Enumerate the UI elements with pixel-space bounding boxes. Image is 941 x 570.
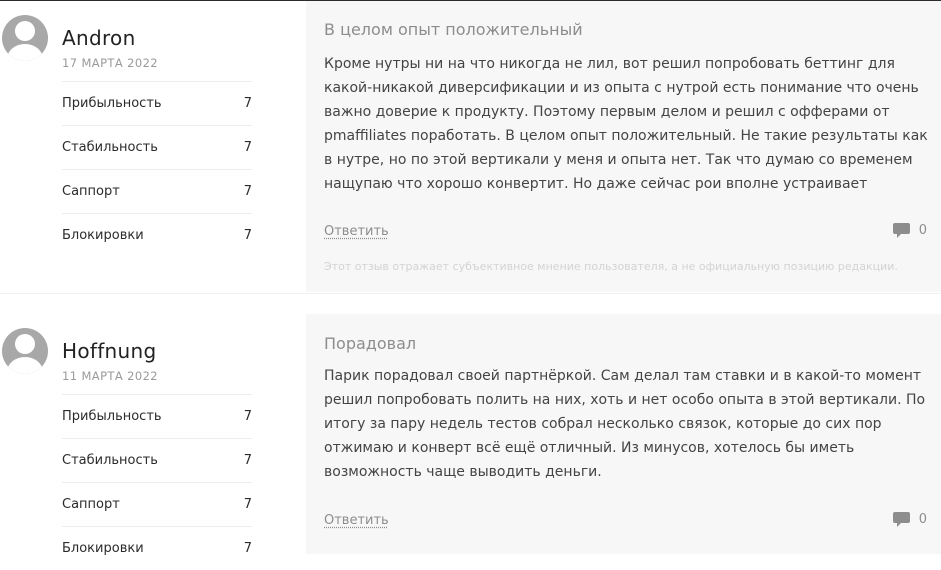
comment-bubble-icon xyxy=(892,223,910,238)
review-disclaimer: Этот отзыв отражает субъективное мнение … xyxy=(324,260,898,273)
comment-count: 0 xyxy=(918,223,927,238)
rating-row: Саппорт 7 xyxy=(62,482,252,526)
reply-link[interactable]: Ответить xyxy=(324,224,389,239)
rating-row: Стабильность 7 xyxy=(62,438,252,482)
review-text: Парик порадовал своей партнёркой. Сам де… xyxy=(324,368,926,480)
ratings-list: Прибыльность 7 Стабильность 7 Саппорт 7 … xyxy=(62,81,252,257)
rating-label: Саппорт xyxy=(62,184,120,199)
user-avatar-icon xyxy=(2,328,48,374)
review-content-panel: В целом опыт положительный Кроме нутры н… xyxy=(306,1,941,292)
rating-value: 7 xyxy=(243,409,252,424)
ratings-list: Прибыльность 7 Стабильность 7 Саппорт 7 … xyxy=(62,394,252,570)
rating-label: Блокировки xyxy=(62,541,144,556)
author-name: Andron xyxy=(62,26,136,50)
comments-count-button[interactable]: 0 xyxy=(892,223,927,238)
review-card: Hoffnung 11 МАРТА 2022 Прибыльность 7 Ст… xyxy=(0,314,941,556)
reply-link[interactable]: Ответить xyxy=(324,513,389,528)
rating-label: Саппорт xyxy=(62,497,120,512)
review-date: 17 МАРТА 2022 xyxy=(62,56,159,70)
rating-label: Стабильность xyxy=(62,140,158,155)
review-content-panel: Порадовал Парик порадовал своей партнёрк… xyxy=(306,314,941,554)
rating-row: Блокировки 7 xyxy=(62,213,252,257)
comment-count: 0 xyxy=(918,512,927,527)
review-text: Кроме нутры ни на что никогда не лил, во… xyxy=(324,56,928,192)
review-author-panel: Andron 17 МАРТА 2022 Прибыльность 7 Стаб… xyxy=(0,1,306,292)
rating-value: 7 xyxy=(243,541,252,556)
comments-count-button[interactable]: 0 xyxy=(892,512,927,527)
rating-value: 7 xyxy=(243,497,252,512)
rating-value: 7 xyxy=(243,140,252,155)
author-name: Hoffnung xyxy=(62,339,157,363)
rating-label: Блокировки xyxy=(62,228,144,243)
rating-label: Прибыльность xyxy=(62,96,162,111)
rating-row: Прибыльность 7 xyxy=(62,394,252,438)
review-title: В целом опыт положительный xyxy=(324,20,583,39)
rating-row: Саппорт 7 xyxy=(62,169,252,213)
rating-value: 7 xyxy=(243,184,252,199)
review-title: Порадовал xyxy=(324,334,417,353)
review-author-panel: Hoffnung 11 МАРТА 2022 Прибыльность 7 Ст… xyxy=(0,314,306,556)
rating-label: Стабильность xyxy=(62,453,158,468)
comment-bubble-icon xyxy=(892,512,910,527)
rating-label: Прибыльность xyxy=(62,409,162,424)
rating-row: Прибыльность 7 xyxy=(62,81,252,125)
review-divider xyxy=(0,293,941,294)
user-avatar-icon xyxy=(2,15,48,61)
rating-value: 7 xyxy=(243,453,252,468)
rating-row: Блокировки 7 xyxy=(62,526,252,570)
review-date: 11 МАРТА 2022 xyxy=(62,369,159,383)
rating-value: 7 xyxy=(243,228,252,243)
rating-row: Стабильность 7 xyxy=(62,125,252,169)
rating-value: 7 xyxy=(243,96,252,111)
review-card: Andron 17 МАРТА 2022 Прибыльность 7 Стаб… xyxy=(0,1,941,292)
